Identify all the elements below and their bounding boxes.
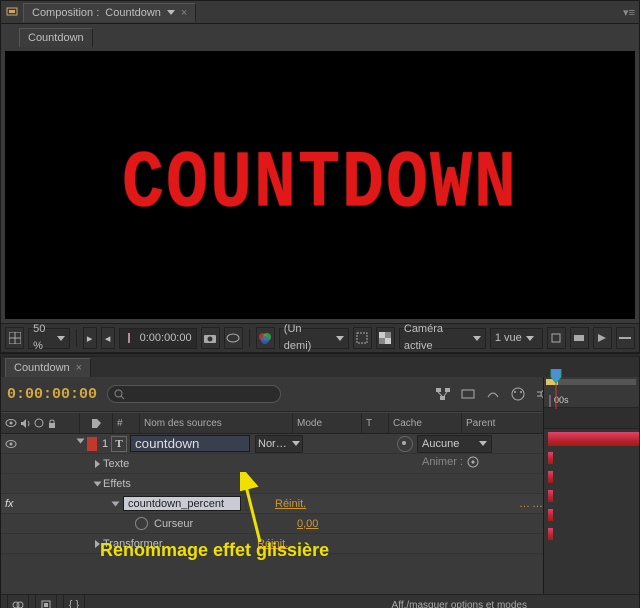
crop-icon[interactable] <box>547 327 566 349</box>
track-marker <box>544 449 639 467</box>
index-column-header: # <box>113 413 140 433</box>
track-marker <box>544 525 639 543</box>
twirl-icon[interactable] <box>95 460 100 468</box>
brackets-icon[interactable]: { } <box>63 594 85 608</box>
breadcrumb-item[interactable]: Countdown <box>19 28 93 47</box>
timeline-icon[interactable] <box>616 327 635 349</box>
roi-icon[interactable] <box>353 327 372 349</box>
timeline-timecode[interactable]: 0:00:00:00 <box>7 386 97 403</box>
name-column-header[interactable]: Nom des sources <box>140 413 293 433</box>
track-marker <box>544 487 639 505</box>
text-group-label: Texte <box>103 458 129 470</box>
track-marker <box>544 506 639 524</box>
timeline-tabbar: Countdown × <box>1 357 639 377</box>
twirl-icon[interactable] <box>94 481 102 486</box>
blend-mode-select[interactable]: Nor… <box>255 435 303 453</box>
composition-title-prefix: Composition : <box>32 7 99 19</box>
mode-column-header[interactable]: Mode <box>293 413 362 433</box>
layer-index: 1 <box>99 438 111 450</box>
timeline-tracks[interactable]: 00s <box>543 377 639 595</box>
eye-icon[interactable] <box>5 438 17 450</box>
about-link[interactable]: …… <box>519 498 545 510</box>
close-icon[interactable]: × <box>181 7 187 19</box>
comp-mini-flowchart-icon[interactable] <box>432 383 454 405</box>
composition-tab[interactable]: Composition : Countdown × <box>23 3 196 22</box>
label-column[interactable] <box>80 413 113 433</box>
show-snapshot-icon[interactable] <box>224 327 243 349</box>
footer-hint[interactable]: Aff./masquer options et modes <box>392 600 527 608</box>
fast-preview-icon[interactable] <box>593 327 612 349</box>
text-cursor-icon <box>241 497 251 511</box>
fx-badge: fx <box>1 498 23 510</box>
layer-color-swatch[interactable] <box>87 437 97 451</box>
view3d-select[interactable]: Caméra active <box>399 328 486 349</box>
transform-group-label: Transformer <box>103 538 163 550</box>
viewer-toolbar: 50 % ▸ ◂ 0:00:00:00 (Un demi) Caméra act… <box>1 323 639 353</box>
hide-shy-icon[interactable] <box>482 383 504 405</box>
time-ruler[interactable]: 00s <box>544 377 639 408</box>
composition-viewport[interactable]: COUNTDOWN <box>5 51 635 319</box>
channel-icon[interactable] <box>256 327 275 349</box>
grid-icon[interactable] <box>5 327 24 349</box>
effect-reset-link[interactable]: Réinit. <box>275 498 306 510</box>
animate-add-icon[interactable] <box>467 456 479 471</box>
pixel-aspect-icon[interactable] <box>570 327 589 349</box>
track-marker <box>544 468 639 486</box>
lock-icon[interactable] <box>47 418 57 428</box>
solo-icon[interactable] <box>34 418 44 428</box>
close-icon[interactable]: × <box>76 362 82 374</box>
chevron-down-icon[interactable] <box>167 10 175 15</box>
panel-icon <box>5 4 19 21</box>
audio-icon[interactable] <box>20 418 31 429</box>
cache-column-header[interactable]: Cache <box>389 413 462 433</box>
text-layer-icon: T <box>111 436 127 452</box>
pickwhip-icon[interactable] <box>397 436 413 452</box>
effect-name-input[interactable] <box>123 496 241 511</box>
twirl-icon[interactable] <box>95 540 100 548</box>
twirl-icon[interactable] <box>112 501 120 506</box>
layer-name-input[interactable] <box>130 435 250 452</box>
view-count-select[interactable]: 1 vue <box>490 328 543 349</box>
stopwatch-icon[interactable] <box>135 517 148 530</box>
breadcrumb: Countdown <box>1 24 639 47</box>
zoom-select[interactable]: 50 % <box>28 328 70 349</box>
slider-value[interactable]: 0,00 <box>297 518 318 530</box>
frame-blend-icon[interactable] <box>507 383 529 405</box>
slider-label: Curseur <box>154 518 193 530</box>
transform-reset-link[interactable]: Réinit. <box>257 538 288 550</box>
panel-menu-icon[interactable]: ▾≡ <box>623 6 635 19</box>
resolution-select[interactable]: (Un demi) <box>279 328 349 349</box>
toggle-switches-icon[interactable] <box>7 594 29 608</box>
expand-icon[interactable] <box>35 594 57 608</box>
composition-title-name: Countdown <box>105 7 161 19</box>
search-input[interactable] <box>107 385 281 403</box>
layer-duration-bar[interactable] <box>544 430 639 448</box>
trackmatte-t-header: T <box>362 413 389 433</box>
prev-frame-icon[interactable]: ▸ <box>83 327 97 349</box>
timecode-display[interactable]: 0:00:00:00 <box>119 328 197 349</box>
timeline-tab[interactable]: Countdown × <box>5 358 91 377</box>
draft3d-icon[interactable] <box>457 383 479 405</box>
parent-select[interactable]: Aucune <box>417 435 492 453</box>
composition-panel-header: Composition : Countdown × ▾≡ <box>1 1 639 24</box>
timeline-footer: { } Aff./masquer options et modes <box>1 594 639 608</box>
animate-label: Animer : <box>422 456 463 471</box>
transparency-grid-icon[interactable] <box>376 327 395 349</box>
twirl-icon[interactable] <box>76 438 84 443</box>
canvas-text: COUNTDOWN <box>122 140 518 231</box>
effects-group-label: Effets <box>103 478 131 490</box>
snapshot-icon[interactable] <box>201 327 220 349</box>
step-icon[interactable]: ◂ <box>101 327 115 349</box>
eye-icon[interactable] <box>5 417 17 429</box>
